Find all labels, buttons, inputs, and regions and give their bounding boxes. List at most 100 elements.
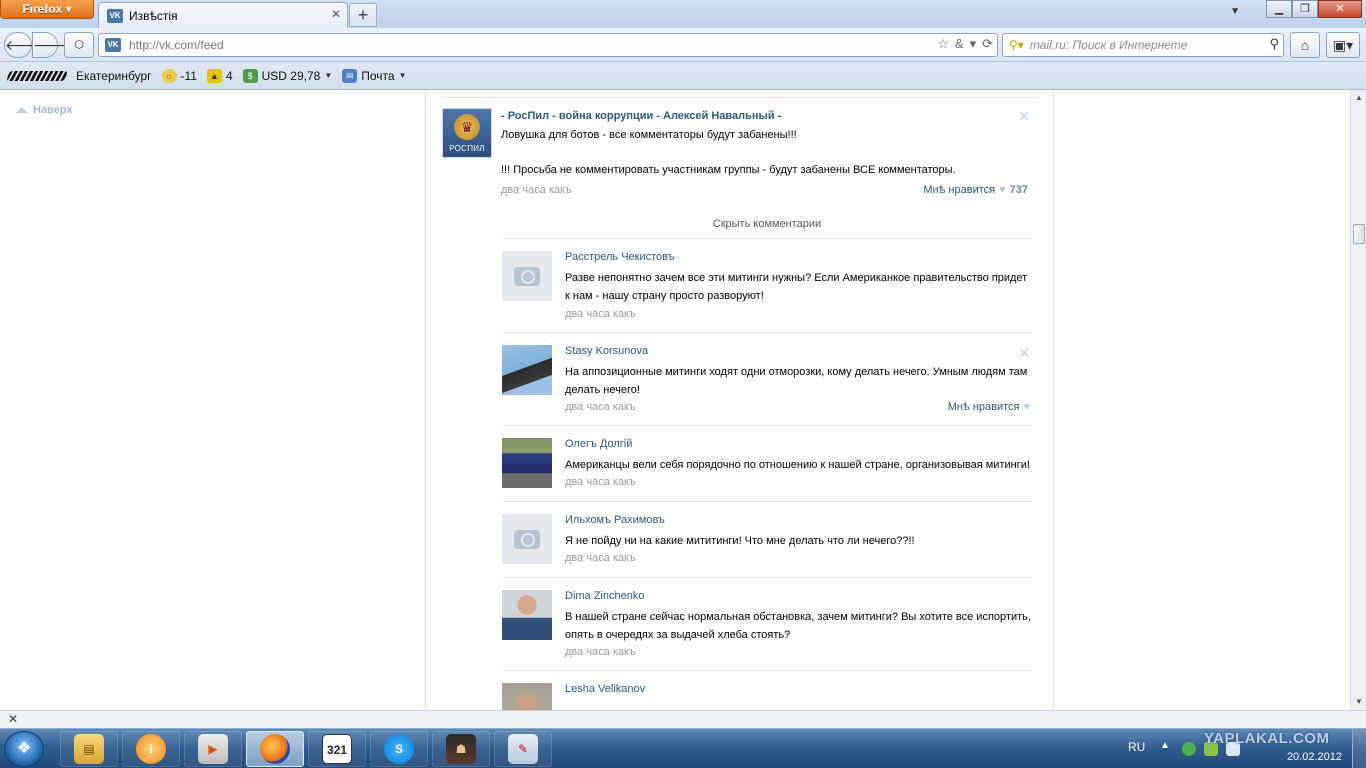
avatar[interactable] — [502, 590, 552, 640]
clock-date[interactable]: 20.02.2012 — [1287, 751, 1342, 763]
comment-text: На аппозиционные митинги ходят одни отмо… — [565, 366, 1028, 396]
reload-icon[interactable]: ⟳ — [982, 36, 993, 52]
media-player-icon: ▶ — [198, 734, 228, 764]
taskbar-skype[interactable]: S — [370, 731, 428, 767]
minimize-button[interactable]: ▁ — [1266, 0, 1292, 18]
antivirus-icon[interactable] — [1182, 742, 1196, 756]
usd-item[interactable]: $ USD 29,78 ▼ — [242, 68, 333, 83]
taskbar-ichat[interactable]: i — [122, 731, 180, 767]
weather-item[interactable]: ☼ -11 — [161, 68, 197, 83]
tray-expand-icon[interactable]: ▲ — [1160, 740, 1170, 751]
mail-item[interactable]: ✉ Почта ▼ — [342, 68, 407, 83]
taskbar-explorer[interactable]: ▤ — [60, 731, 118, 767]
browser-titlebar: Firefox ▾ VK Извѣстія ✕ + ▼ ▁ ❐ ✕ — [0, 0, 1366, 28]
url-text[interactable]: http://vk.com/feed — [129, 38, 224, 52]
comment-timestamp[interactable]: два часа какъ — [565, 308, 636, 320]
url-bar-icons: ☆ & ▾ ⟳ — [937, 36, 993, 52]
comment-author-link[interactable]: Расстрель Чекистовъ — [565, 251, 675, 263]
hide-comments-link[interactable]: Скрыть комментарии — [502, 218, 1032, 230]
chevron-down-icon: ▼ — [324, 71, 333, 80]
comment-author-link[interactable]: Dima Zinchenko — [565, 590, 644, 602]
close-icon[interactable]: ✕ — [1018, 345, 1030, 362]
site-identity-button[interactable]: ⬡ — [64, 32, 94, 58]
camera-icon[interactable] — [502, 514, 552, 564]
messenger-icon: i — [136, 734, 166, 764]
windows-taskbar: ❖ ▤ i ▶ 321 S ☗ ✎ RU ▲ YAPLAKAL.COM 20.0… — [0, 728, 1366, 768]
feed-column: ♛ РОСПИЛ - РосПил - война коррупции - Ал… — [425, 90, 1054, 710]
url-bar[interactable]: VK http://vk.com/feed ☆ & ▾ ⟳ — [98, 33, 998, 57]
show-desktop-button[interactable] — [1352, 729, 1366, 768]
scrollbar-thumb[interactable] — [1353, 224, 1365, 244]
eagle-emblem-icon: ♛ — [454, 114, 480, 140]
home-button[interactable]: ⌂ — [1290, 32, 1320, 58]
group-avatar[interactable]: ♛ РОСПИЛ — [442, 108, 492, 158]
scroll-to-top-label: Наверх — [33, 104, 73, 116]
close-icon[interactable]: ✕ — [1018, 108, 1030, 125]
post-like-button[interactable]: Мнѣ нравится ♥ 737 — [923, 184, 1028, 196]
comment-timestamp[interactable]: два часа какъ — [565, 646, 636, 658]
forward-button[interactable]: 🡒 — [32, 32, 71, 58]
page-scrollbar[interactable]: ▲ ▼ — [1350, 90, 1366, 710]
addon-button[interactable]: ▣▾ — [1326, 32, 1360, 58]
search-input[interactable]: mail.ru: Поиск в Интернете — [1030, 38, 1188, 52]
comment-text: Я не пойду ни на какие мититинги! Что мн… — [565, 535, 915, 547]
start-button[interactable]: ❖ — [4, 731, 44, 767]
comment-author-link[interactable]: Lesha Velikanov — [565, 683, 645, 695]
like-label: Мнѣ нравится — [947, 401, 1020, 413]
redacted-scribble — [6, 70, 68, 81]
comment-item: Олегъ Долгій Американцы вели себя порядо… — [502, 425, 1032, 501]
language-indicator[interactable]: RU — [1128, 740, 1145, 754]
window-close-button[interactable]: ✕ — [1318, 0, 1362, 18]
comment-text: Американцы вели себя порядочно по отноше… — [565, 459, 1030, 471]
maximize-button[interactable]: ❐ — [1292, 0, 1318, 18]
taskbar-firefox[interactable] — [246, 731, 304, 767]
taskbar-calendar[interactable]: 321 — [308, 731, 366, 767]
tab-title: Извѣстія — [129, 8, 178, 23]
tab-close-icon[interactable]: ✕ — [331, 7, 341, 21]
camera-icon[interactable] — [502, 251, 552, 301]
comment-timestamp[interactable]: два часа какъ — [565, 476, 636, 488]
star-icon[interactable]: ☆ — [937, 36, 949, 52]
taskbar-paint[interactable]: ✎ — [494, 731, 552, 767]
tab-active[interactable]: VK Извѣстія ✕ — [98, 2, 348, 28]
comment-item: Dima Zinchenko В нашей стране сейчас нор… — [502, 577, 1032, 670]
arrow-up-icon — [16, 107, 28, 113]
addon-icon: ▣▾ — [1332, 37, 1354, 53]
comment-item: Lesha Velikanov — [502, 670, 1032, 710]
currency-icon: $ — [242, 68, 258, 83]
windows-logo-icon: ❖ — [16, 740, 32, 757]
scroll-up-icon[interactable]: ▲ — [1351, 90, 1366, 106]
taskbar-media[interactable]: ▶ — [184, 731, 242, 767]
ampersand-icon[interactable]: & — [955, 36, 964, 52]
comment-author-link[interactable]: Олегъ Долгій — [565, 438, 632, 450]
post-text-line: !!! Просьба не комментировать участникам… — [501, 164, 956, 176]
folder-icon: ▤ — [74, 734, 104, 764]
scroll-to-top-link[interactable]: Наверх — [16, 104, 73, 116]
traffic-item[interactable]: ▲ 4 — [206, 68, 233, 83]
comment-author-link[interactable]: Stasy Korsunova — [565, 345, 648, 357]
new-tab-button[interactable]: + — [349, 3, 377, 27]
paint-icon: ✎ — [508, 734, 538, 764]
post-timestamp[interactable]: два часа какъ — [501, 184, 572, 196]
dropdown-arrow-icon[interactable]: ▾ — [970, 36, 977, 52]
search-icon[interactable]: ⚲ — [1269, 36, 1279, 52]
comment-like-button[interactable]: Мнѣ нравится ♥ — [948, 401, 1030, 413]
taskbar-game[interactable]: ☗ — [432, 731, 490, 767]
scroll-down-icon[interactable]: ▼ — [1351, 694, 1366, 710]
search-engine-icon[interactable]: ⚲▾ — [1009, 38, 1024, 52]
firefox-menu-button[interactable]: Firefox ▾ — [0, 0, 94, 19]
avatar[interactable] — [502, 438, 552, 488]
comment-author-link[interactable]: Ильхомъ Рахимовъ — [565, 514, 665, 526]
city-item[interactable]: Екатеринбург — [76, 69, 152, 83]
tab-list-icon[interactable]: ▼ — [1230, 6, 1240, 17]
mail-label: Почта — [361, 68, 395, 83]
close-icon[interactable]: ✕ — [8, 712, 18, 726]
avatar[interactable] — [502, 683, 552, 710]
back-button[interactable]: 🡐 — [4, 32, 43, 58]
comment-timestamp[interactable]: два часа какъ — [565, 401, 636, 413]
like-label: Мнѣ нравится — [923, 184, 996, 196]
search-bar[interactable]: ⚲▾ mail.ru: Поиск в Интернете ⚲ — [1002, 33, 1284, 57]
avatar[interactable] — [502, 345, 552, 395]
comment-timestamp[interactable]: два часа какъ — [565, 552, 636, 564]
group-name-link[interactable]: - РосПил - война коррупции - Алексей Нав… — [501, 110, 781, 122]
